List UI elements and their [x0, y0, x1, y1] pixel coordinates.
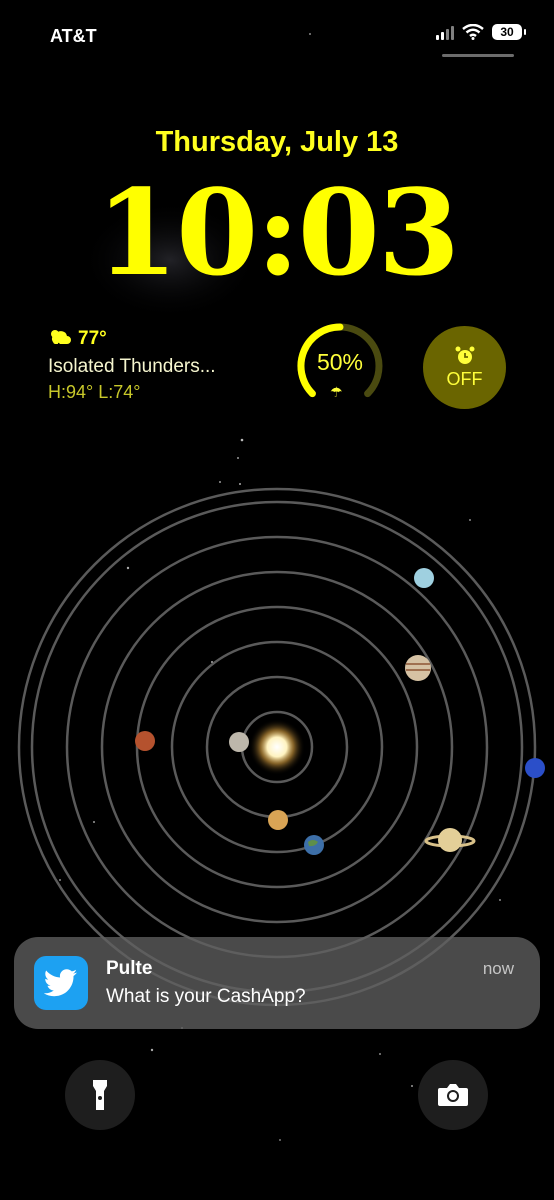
lock-clock: 10:03 — [96, 163, 460, 302]
planet-mercury — [229, 732, 249, 752]
flashlight-button[interactable] — [65, 1060, 135, 1130]
weather-condition: Isolated Thunders... — [48, 356, 216, 377]
alarm-clock-icon — [455, 346, 474, 364]
planet-jupiter — [405, 655, 431, 681]
flashlight-icon — [93, 1080, 107, 1110]
battery-indicator: 30 — [492, 24, 526, 40]
wifi-icon — [462, 24, 484, 40]
rain-chance-widget[interactable]: 50% ☂ — [296, 322, 384, 410]
alarm-status: OFF — [446, 369, 483, 389]
control-center-grabber[interactable] — [442, 54, 514, 57]
twitter-bird-icon — [34, 956, 88, 1010]
sun — [249, 719, 305, 775]
alarm-widget[interactable]: OFF — [423, 326, 506, 409]
camera-icon — [438, 1084, 468, 1106]
planet-saturn — [438, 828, 462, 852]
weather-temperature: 77° — [78, 328, 107, 349]
planet-uranus — [414, 568, 434, 588]
weather-high-low: H:94° L:74° — [48, 382, 141, 402]
planet-mars — [135, 731, 155, 751]
camera-button[interactable] — [418, 1060, 488, 1130]
rain-chance-value: 50% — [316, 349, 364, 375]
umbrella-icon: ☂ — [330, 384, 343, 400]
planet-neptune — [525, 758, 545, 778]
thunderstorm-cloud-icon — [51, 330, 71, 350]
notification-message: What is your CashApp? — [106, 986, 306, 1007]
notification-card[interactable]: Pulte What is your CashApp? now — [14, 937, 540, 1029]
weather-widget[interactable]: 77° Isolated Thunders... H:94° L:74° — [48, 328, 216, 403]
status-icons: 30 — [436, 24, 526, 40]
carrier-label: AT&T — [50, 26, 97, 46]
notification-time: now — [482, 959, 514, 978]
planet-venus — [268, 810, 288, 830]
signal-bars-icon — [436, 24, 454, 40]
notification-title: Pulte — [106, 958, 153, 979]
lock-date: Thursday, July 13 — [155, 126, 399, 158]
